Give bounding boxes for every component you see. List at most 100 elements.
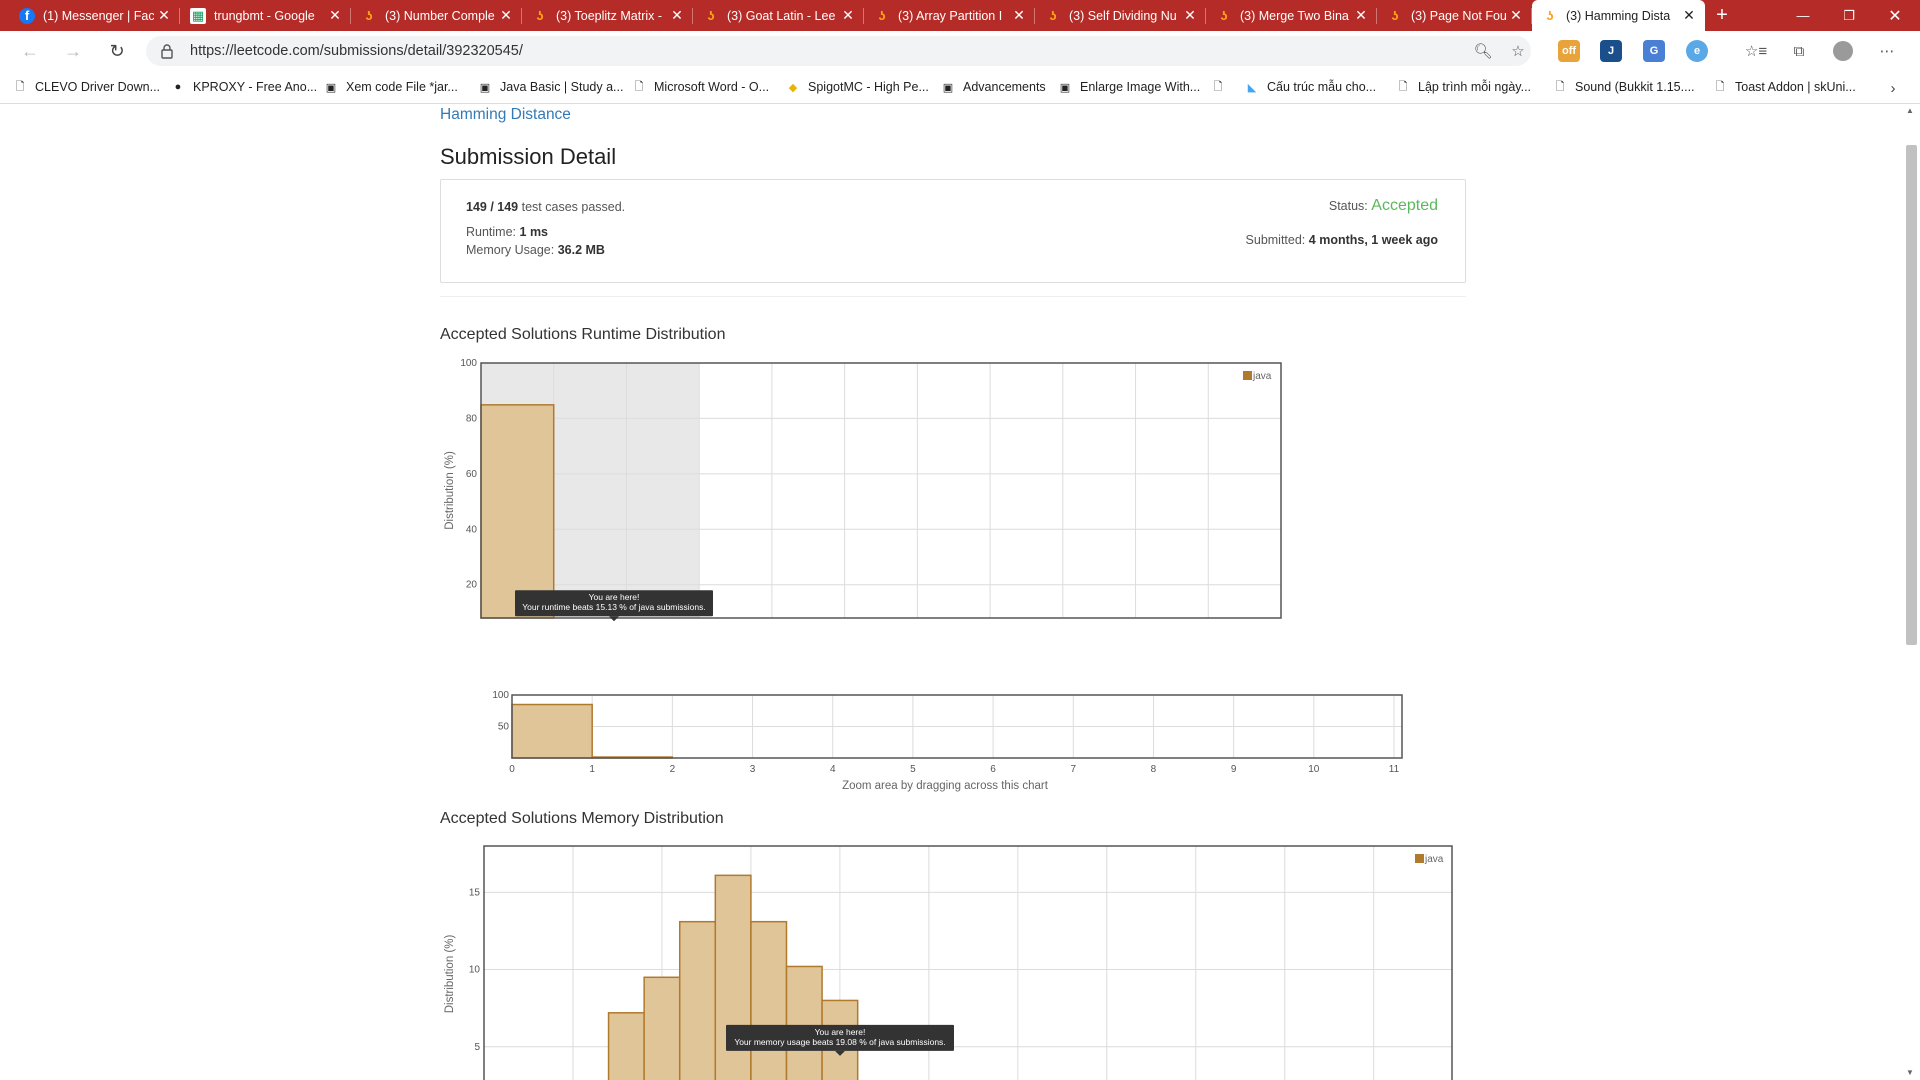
runtime-navigator-chart[interactable]: 0 1 2 3 4 5 6 7 8 9 10 11 50 100 Zoom area by dragging… bbox=[470, 682, 1420, 792]
tab-2[interactable]: ▦ trungbmt - Google ✕ bbox=[180, 0, 351, 31]
page-icon: 🗋︎ bbox=[1555, 80, 1565, 93]
runtime-label: Runtime: bbox=[466, 225, 517, 239]
runtime-value: 1 ms bbox=[519, 225, 549, 239]
tab-10[interactable]: ʖ (3) Hamming Dista ✕ bbox=[1532, 0, 1705, 31]
url-text: https://leetcode.com/submissions/detail/… bbox=[190, 43, 523, 59]
tab-label: (1) Messenger | Fac bbox=[43, 8, 154, 23]
site-icon: ▣ bbox=[479, 81, 491, 94]
submitted-line: Submitted: 4 months, 1 week ago bbox=[1246, 233, 1438, 247]
leetcode-icon: ʖ bbox=[365, 8, 373, 23]
legend-label: java bbox=[1252, 371, 1272, 382]
runtime-distribution-chart[interactable]: 0123456789101120406080100Runtime (ms)Dis… bbox=[440, 352, 1470, 624]
bookmark-item[interactable]: ◆ SpigotMC - High Pe... bbox=[785, 77, 929, 97]
bookmark-label: Cấu trúc mẫu cho... bbox=[1267, 80, 1377, 94]
scroll-down-arrow-icon[interactable]: ▼ bbox=[1906, 1068, 1914, 1077]
edge-extension-icon[interactable]: e bbox=[1686, 40, 1708, 62]
page-title: Submission Detail bbox=[440, 144, 617, 169]
bookmark-label: KPROXY - Free Ano... bbox=[193, 80, 318, 94]
page-icon: 🗋︎ bbox=[1213, 80, 1223, 93]
bookmark-label: Microsoft Word - O... bbox=[654, 80, 770, 94]
close-tab-icon[interactable]: ✕ bbox=[1351, 7, 1371, 24]
chevron-right-icon[interactable]: › bbox=[1882, 77, 1904, 99]
scrollbar-thumb[interactable] bbox=[1906, 145, 1917, 645]
menu-icon[interactable]: ⋯ bbox=[1876, 40, 1898, 62]
minimize-button[interactable]: — bbox=[1780, 0, 1826, 31]
runtime-chart-title: Accepted Solutions Runtime Distribution bbox=[440, 326, 726, 343]
status-badge[interactable]: Accepted bbox=[1371, 197, 1438, 214]
problem-link[interactable]: Hamming Distance bbox=[440, 106, 571, 124]
bookmark-item[interactable]: ◣ Cấu trúc mẫu cho... bbox=[1244, 77, 1376, 97]
forward-icon[interactable]: → bbox=[60, 39, 86, 63]
close-tab-icon[interactable]: ✕ bbox=[1180, 7, 1200, 24]
profile-avatar-icon[interactable] bbox=[1832, 40, 1854, 62]
back-icon[interactable]: ← bbox=[17, 39, 43, 63]
memory-label: Memory Usage: bbox=[466, 243, 555, 257]
submission-summary: 149 / 149 test cases passed. Runtime: 1 … bbox=[440, 179, 1466, 283]
tab-8[interactable]: ʖ (3) Merge Two Bina ✕ bbox=[1206, 0, 1377, 31]
tab-3[interactable]: ʖ (3) Number Comple ✕ bbox=[351, 0, 522, 31]
favorites-icon[interactable]: ☆≡ bbox=[1745, 40, 1767, 62]
leetcode-icon: ʖ bbox=[536, 8, 544, 23]
scroll-up-arrow-icon[interactable]: ▲ bbox=[1906, 106, 1914, 115]
new-tab-button[interactable]: + bbox=[1707, 0, 1737, 31]
tab-5[interactable]: ʖ (3) Goat Latin - Lee ✕ bbox=[693, 0, 864, 31]
close-tab-icon[interactable]: ✕ bbox=[1679, 7, 1699, 24]
tab-9[interactable]: ʖ (3) Page Not Found✕ bbox=[1377, 0, 1532, 31]
y-tick-label: 50 bbox=[498, 722, 510, 733]
bookmark-item[interactable]: 🗋︎ Microsoft Word - O... bbox=[631, 77, 770, 97]
bookmark-item[interactable]: ▣ Java Basic | Study a... bbox=[477, 77, 624, 97]
close-tab-icon[interactable]: ✕ bbox=[325, 7, 345, 24]
zoom-icon[interactable]: 🔍︎ bbox=[1472, 40, 1494, 62]
close-tab-icon[interactable]: ✕ bbox=[496, 7, 516, 24]
cases-suffix: test cases passed. bbox=[521, 200, 626, 214]
divider bbox=[440, 296, 1466, 297]
close-tab-icon[interactable]: ✕ bbox=[1506, 7, 1526, 24]
bookmark-item[interactable]: 🗋︎ Sound (Bukkit 1.15.... bbox=[1552, 77, 1695, 97]
bar bbox=[678, 920, 717, 1080]
x-tick-label: 1 bbox=[589, 764, 595, 775]
bookmark-item[interactable]: 🗋︎ Lập trình mỗi ngày... bbox=[1395, 77, 1531, 97]
tooltip-title: You are here! bbox=[815, 1027, 866, 1037]
address-bar[interactable]: https://leetcode.com/submissions/detail/… bbox=[146, 36, 1531, 66]
tab-label: (3) Toeplitz Matrix - bbox=[556, 8, 663, 23]
y-tick-label: 10 bbox=[469, 965, 481, 976]
x-tick-label: 6 bbox=[990, 764, 996, 775]
bookmark-item[interactable]: ● KPROXY - Free Ano... bbox=[170, 77, 317, 97]
tab-4[interactable]: ʖ (3) Toeplitz Matrix - ✕ bbox=[522, 0, 693, 31]
close-window-button[interactable]: ✕ bbox=[1872, 0, 1918, 31]
bookmark-label: Lập trình mỗi ngày... bbox=[1418, 80, 1532, 94]
kproxy-icon: ● bbox=[174, 81, 182, 93]
translate-extension-icon[interactable]: G bbox=[1643, 40, 1665, 62]
tab-7[interactable]: ʖ (3) Self Dividing Nu ✕ bbox=[1035, 0, 1206, 31]
close-tab-icon[interactable]: ✕ bbox=[838, 7, 858, 24]
bookmark-item[interactable]: ▣ Enlarge Image With... bbox=[1057, 77, 1200, 97]
memory-distribution-chart[interactable]: 5 10 15 Distribution (%) java You are here!Yo… bbox=[440, 834, 1470, 1080]
collections-icon[interactable]: ⧉ bbox=[1788, 40, 1810, 62]
lock-icon[interactable] bbox=[160, 43, 174, 59]
bookmark-item[interactable]: ▣ Advancements bbox=[940, 77, 1046, 97]
y-tick-label: 15 bbox=[469, 887, 481, 898]
star-icon[interactable]: ☆ bbox=[1507, 40, 1529, 62]
tab-6[interactable]: ʖ (3) Array Partition I ✕ bbox=[864, 0, 1035, 31]
bookmark-item[interactable]: 🗋︎ Toast Addon | skUni... bbox=[1712, 77, 1856, 97]
leetcode-icon: ʖ bbox=[707, 8, 715, 23]
bookmark-item[interactable]: 🗋︎ CLEVO Driver Down... bbox=[12, 77, 160, 97]
bar bbox=[785, 965, 823, 1080]
page-icon: 🗋︎ bbox=[1398, 80, 1408, 93]
tab-label: (3) Goat Latin - Lee bbox=[727, 8, 836, 23]
submitted-value: 4 months, 1 week ago bbox=[1308, 233, 1438, 247]
close-tab-icon[interactable]: ✕ bbox=[154, 7, 174, 24]
bookmark-item[interactable]: 🗋︎ bbox=[1210, 77, 1233, 97]
close-tab-icon[interactable]: ✕ bbox=[1009, 7, 1029, 24]
coupon-extension-icon[interactable]: off bbox=[1558, 40, 1580, 62]
java-extension-icon[interactable]: J bbox=[1600, 40, 1622, 62]
reload-icon[interactable]: ↻ bbox=[104, 39, 130, 63]
tab-1[interactable]: f (1) Messenger | Fac ✕ bbox=[9, 0, 180, 31]
x-tick-label: 0 bbox=[509, 764, 515, 775]
tooltip-text: Your runtime beats 15.13 % of java submi… bbox=[522, 602, 705, 612]
restore-button[interactable]: ❐ bbox=[1826, 0, 1872, 31]
close-tab-icon[interactable]: ✕ bbox=[667, 7, 687, 24]
page-content: Hamming Distance Submission Detail 149 /… bbox=[0, 104, 1904, 1080]
x-tick-label: 5 bbox=[910, 764, 916, 775]
bookmark-item[interactable]: ▣ Xem code File *jar... bbox=[323, 77, 458, 97]
